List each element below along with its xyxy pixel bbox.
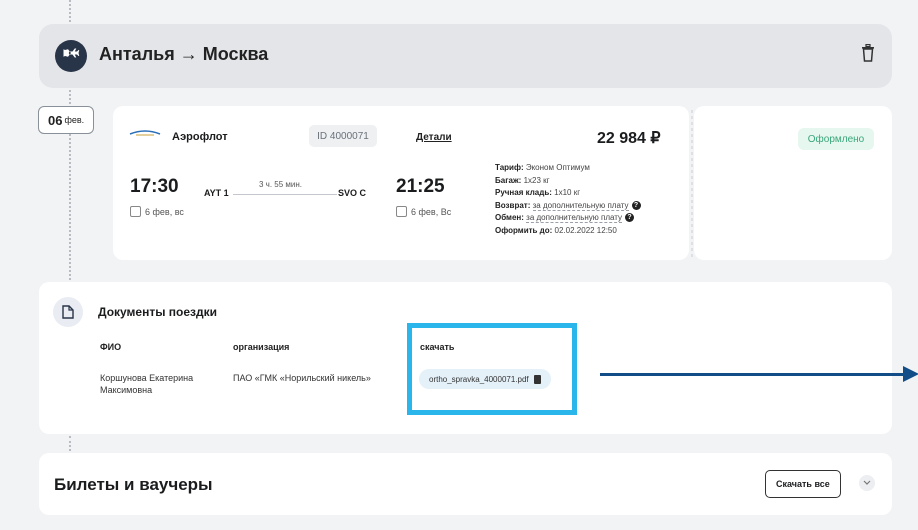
deadline-label: Оформить до: [495,225,553,235]
departure-date-text: 6 фев, вс [145,206,184,217]
exchange-label: Обмен: [495,213,524,222]
tariff-info: Тариф: Эконом Оптимум Багаж: 1x23 кг Руч… [495,162,641,237]
timeline-dots-top [69,0,71,22]
route-title: Анталья → Москва [99,44,269,64]
annotation-arrow-head [903,366,918,382]
timeline-dots [69,90,71,104]
date-month: фев. [64,115,85,125]
header-organization: организация [233,342,290,352]
arrival-time: 21:25 [396,176,445,197]
deadline-value: 02.02.2022 12:50 [554,225,617,235]
chevron-down-icon[interactable] [859,475,875,491]
hand-baggage-value: 1x10 кг [554,188,581,197]
tickets-title: Билеты и ваучеры [54,475,213,494]
date-day: 06 [48,112,63,128]
departure-time: 17:30 [130,176,179,197]
arrival-date: 6 фев, Вс [396,206,451,217]
baggage-label: Багаж: [495,175,522,185]
download-all-button[interactable]: Скачать все [765,470,841,498]
arrival-date-text: 6 фев, Вс [411,206,452,217]
departure-date: 6 фев, вс [130,206,184,217]
departure-code: AYT 1 [204,188,229,198]
organization-name: ПАО «ГМК «Норильский никель» [233,373,371,383]
help-icon[interactable]: ? [631,200,641,210]
airline-name: Аэрофлот [172,131,228,143]
details-link[interactable]: Детали [416,132,452,143]
route-line [233,194,337,195]
trash-icon[interactable] [861,43,881,66]
flight-card: Аэрофлот ID 4000071 Детали 22 984 ₽ 17:3… [113,106,689,260]
tickets-card: Билеты и ваучеры Скачать все [39,453,892,515]
status-card: Оформлено [694,106,892,260]
price: 22 984 ₽ [597,130,661,147]
file-name: ortho_spravka_4000071.pdf [429,374,529,384]
arrival-code: SVO C [338,188,367,198]
timeline-dots-mid [69,134,71,280]
return-value: за дополнительную плату [532,200,629,211]
route-header: Анталья → Москва [39,24,892,88]
documents-title: Документы поездки [98,305,218,319]
calendar-icon [130,206,141,217]
plane-icon [55,40,87,72]
status-badge: Оформлено [798,128,874,150]
header-name: ФИО [100,342,122,352]
baggage-value: 1x23 кг [523,175,550,185]
calendar-icon [396,206,407,217]
exchange-value: за дополнительную плату [526,213,623,223]
file-download-link[interactable]: ortho_spravka_4000071.pdf [419,369,551,389]
documents-card: Документы поездки ФИО организация скачат… [39,282,892,434]
document-icon [53,297,83,327]
airline-logo-icon [128,126,162,140]
tariff-label: Тариф: [495,163,524,172]
passenger-name: Коршунова Екатерина Максимовна [100,373,194,395]
tariff-value: Эконом Оптимум [525,163,590,172]
timeline-dots-bottom [69,436,71,451]
hand-baggage-label: Ручная кладь: [495,188,552,197]
date-tag: 06 фев. [38,106,95,134]
help-icon[interactable]: ? [625,213,635,223]
return-label: Возврат: [495,200,531,210]
ticket-id-badge: ID 4000071 [309,125,377,147]
flight-duration: 3 ч. 55 мин. [259,180,303,189]
annotation-arrow-line [600,373,905,376]
file-icon [533,374,541,384]
